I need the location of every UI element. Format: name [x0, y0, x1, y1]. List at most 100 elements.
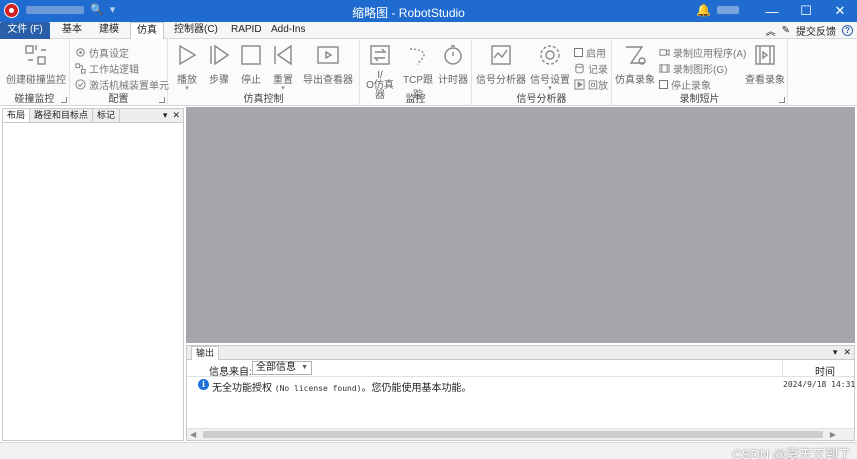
- record-app-label: 录制应用程序(A): [673, 49, 747, 60]
- tab-paths-targets[interactable]: 路径和目标点: [30, 109, 94, 122]
- panel-close-icon[interactable]: ✕: [172, 109, 180, 122]
- close-button[interactable]: ✕: [823, 0, 857, 22]
- layout-panel: 布局 路径和目标点 标记 ▾ ✕: [2, 108, 184, 441]
- output-controls: ▾ ✕: [833, 346, 851, 359]
- scroll-left-icon[interactable]: ◀: [190, 430, 196, 439]
- gear-icon: [75, 47, 86, 58]
- time-column-header[interactable]: 时间: [815, 363, 835, 378]
- ribbon: 创建碰撞监控 碰撞监控 仿真设定 工作站逻辑 激活机械装置单元 配置 播放 ▾ …: [0, 39, 857, 106]
- tab-modeling[interactable]: 建模: [93, 22, 125, 39]
- tab-file[interactable]: 文件 (F): [0, 22, 50, 39]
- output-message: 无全功能授权 (No license found)。您仍能使用基本功能。: [212, 379, 471, 394]
- station-logic-button[interactable]: 工作站逻辑: [75, 61, 139, 76]
- export-viewer-icon: [315, 42, 341, 68]
- step-button[interactable]: 步骤: [204, 42, 234, 86]
- tcp-trace-icon: [405, 42, 431, 68]
- collapse-ribbon-icon[interactable]: ︽: [766, 23, 776, 38]
- create-collision-label: 创建碰撞监控: [6, 75, 66, 86]
- film-strip-icon: [752, 42, 778, 68]
- record-app-button[interactable]: 录制应用程序(A): [659, 45, 746, 60]
- enable-checkbox[interactable]: 启用: [574, 45, 606, 60]
- stop-button[interactable]: 停止: [236, 42, 266, 86]
- status-bar: CSDN @夏天又到了: [0, 442, 857, 459]
- sim-record-button[interactable]: 仿真录象: [614, 42, 656, 86]
- sim-setting-button[interactable]: 仿真设定: [75, 45, 129, 60]
- group-monitor: I/ O仿真器 TCP跟踪 计时器 监控: [360, 39, 472, 106]
- message-prefix: 无全功能授权: [212, 383, 272, 394]
- step-icon: [206, 42, 232, 68]
- output-timestamp: 2024/9/18 14:31:: [783, 380, 857, 389]
- output-panel: 输出 ▾ ✕ 信息来自: 全部信息 ▼ 时间 i 无全功能授权 (No lice…: [186, 345, 857, 441]
- message-detail: (No license found): [274, 384, 362, 393]
- tab-tags[interactable]: 标记: [93, 109, 121, 122]
- ribbon-tab-row: 文件 (F) 基本 建模 仿真 控制器(C) RAPID Add-Ins ︽ ✎…: [0, 22, 857, 40]
- source-select-value: 全部信息: [256, 362, 296, 373]
- layout-panel-controls: ▾ ✕: [163, 109, 180, 122]
- ribbon-right-tools: ︽ ✎ 提交反馈 ?: [766, 23, 853, 38]
- horizontal-scrollbar[interactable]: ◀ ▶: [187, 428, 854, 440]
- enable-checkbox-box[interactable]: [574, 48, 583, 57]
- feedback-icon[interactable]: ✎: [782, 25, 790, 36]
- database-icon: [574, 63, 585, 74]
- sim-record-label: 仿真录象: [615, 75, 655, 86]
- panel-menu-icon[interactable]: ▾: [833, 346, 838, 359]
- tab-layout[interactable]: 布局: [3, 109, 31, 122]
- enable-label: 启用: [586, 49, 606, 60]
- user-name-blurred[interactable]: [716, 6, 739, 14]
- tab-basic[interactable]: 基本: [56, 22, 88, 39]
- play-icon: [174, 42, 200, 68]
- tab-rapid[interactable]: RAPID: [225, 22, 268, 39]
- station-logic-label: 工作站逻辑: [89, 65, 139, 76]
- source-select[interactable]: 全部信息 ▼: [252, 361, 312, 375]
- playback-icon: [574, 79, 585, 90]
- scroll-right-icon[interactable]: ▶: [830, 430, 836, 439]
- group-title-sim-control: 仿真控制: [243, 94, 284, 105]
- tab-controller[interactable]: 控制器(C): [168, 22, 224, 39]
- panel-menu-icon[interactable]: ▾: [163, 109, 168, 122]
- layout-panel-tabs: 布局 路径和目标点 标记 ▾ ✕: [3, 109, 183, 123]
- output-tabs: 输出 ▾ ✕: [187, 346, 854, 360]
- window-controls: — ☐ ✕: [755, 0, 857, 22]
- tab-addins[interactable]: Add-Ins: [265, 22, 311, 39]
- group-recording: 仿真录象 录制应用程序(A) 录制图形(G) 停止录象 查看录象 录制短片: [612, 39, 788, 106]
- view-record-button[interactable]: 查看录象: [744, 42, 786, 86]
- watermark: CSDN @夏天又到了: [732, 447, 851, 459]
- record-button[interactable]: 记录: [574, 61, 608, 76]
- collision-icon: [23, 42, 49, 68]
- minimize-button[interactable]: —: [755, 0, 789, 22]
- column-separator[interactable]: [782, 360, 783, 377]
- film-icon: [659, 63, 670, 74]
- record-graphics-button[interactable]: 录制图形(G): [659, 61, 727, 76]
- timer-button[interactable]: 计时器: [437, 42, 469, 86]
- sim-record-icon: [622, 42, 648, 68]
- info-icon: i: [198, 379, 209, 390]
- help-icon[interactable]: ?: [842, 25, 853, 36]
- message-suffix: 。您仍能使用基本功能。: [361, 383, 472, 394]
- export-viewer-button[interactable]: 导出查看器: [302, 42, 354, 86]
- dialog-launcher-icon[interactable]: [159, 97, 165, 103]
- play-button[interactable]: 播放 ▾: [172, 42, 202, 92]
- view-record-label: 查看录象: [745, 75, 785, 86]
- tab-output[interactable]: 输出: [191, 346, 220, 360]
- dialog-launcher-icon[interactable]: [61, 97, 67, 103]
- tab-simulation[interactable]: 仿真: [130, 22, 164, 40]
- output-row[interactable]: i 无全功能授权 (No license found)。您仍能使用基本功能。 2…: [187, 377, 857, 394]
- notification-bell-icon[interactable]: 🔔: [696, 3, 711, 17]
- scroll-thumb[interactable]: [203, 431, 823, 438]
- create-collision-button[interactable]: 创建碰撞监控: [6, 42, 66, 86]
- signal-analyzer-button[interactable]: 信号分析器: [475, 42, 527, 86]
- feedback-button[interactable]: 提交反馈: [796, 23, 836, 38]
- panel-close-icon[interactable]: ✕: [843, 346, 851, 359]
- dialog-launcher-icon[interactable]: [779, 97, 785, 103]
- step-label: 步骤: [209, 75, 229, 86]
- signal-settings-button[interactable]: 信号设置 ▾: [528, 42, 572, 92]
- maximize-button[interactable]: ☐: [789, 0, 823, 22]
- graphics-viewport[interactable]: [186, 107, 855, 343]
- group-title-collision: 碰撞监控: [14, 94, 55, 105]
- io-simulator-icon: [367, 42, 393, 68]
- gear-icon: [537, 42, 563, 68]
- signal-analyzer-label: 信号分析器: [476, 75, 526, 86]
- stop-record-icon: [659, 80, 668, 89]
- timer-label: 计时器: [438, 75, 468, 86]
- reset-button[interactable]: 重置 ▾: [268, 42, 298, 92]
